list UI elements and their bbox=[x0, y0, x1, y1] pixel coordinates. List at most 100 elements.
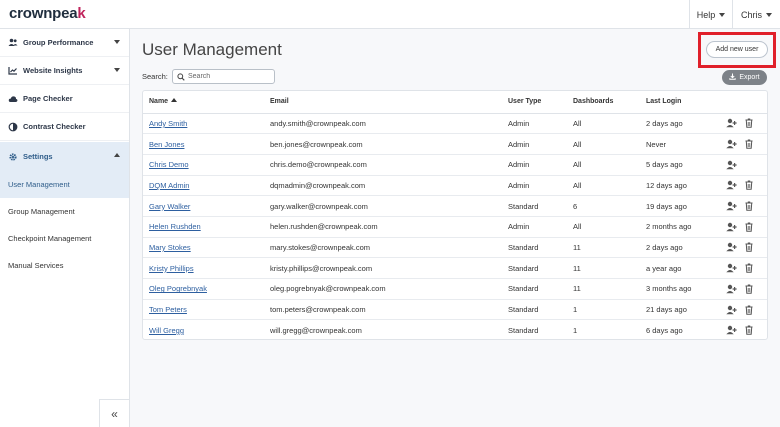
sidebar-item-website-insights[interactable]: Website Insights bbox=[0, 57, 129, 85]
cell-dashboards: 1 bbox=[573, 325, 578, 335]
sidebar-sub-label: Checkpoint Management bbox=[8, 234, 92, 243]
user-name-link[interactable]: Will Gregg bbox=[149, 326, 184, 335]
delete-icon[interactable] bbox=[743, 180, 754, 191]
cell-last-login: 5 days ago bbox=[646, 154, 719, 176]
user-name-link[interactable]: Mary Stokes bbox=[149, 243, 191, 252]
export-button[interactable]: Export bbox=[722, 70, 767, 85]
cell-dashboards: All bbox=[573, 113, 646, 135]
cell-last-login: a year ago bbox=[646, 257, 719, 279]
cell-name: Andy Smith bbox=[143, 113, 270, 135]
user-name-link[interactable]: Helen Rushden bbox=[149, 222, 201, 231]
table-row: Helen Rushden helen.rushden@crownpeak.com… bbox=[143, 216, 767, 238]
chevron-down-icon bbox=[114, 40, 120, 44]
delete-icon[interactable] bbox=[743, 221, 754, 232]
export-label: Export bbox=[739, 74, 760, 81]
cell-last-login: 21 days ago bbox=[646, 299, 719, 321]
sidebar-sub-label: Manual Services bbox=[8, 261, 64, 270]
cell-user-type: Standard bbox=[508, 195, 573, 217]
cell-email: kristy.phillips@crownpeak.com bbox=[270, 257, 508, 279]
logo-mark: k bbox=[77, 5, 86, 22]
sidebar-item-user-management[interactable]: User Management bbox=[0, 171, 129, 198]
gear-icon bbox=[8, 152, 18, 162]
assign-user-icon[interactable] bbox=[726, 283, 737, 294]
column-header-email[interactable]: Email bbox=[270, 91, 508, 114]
assign-user-icon[interactable] bbox=[726, 159, 737, 170]
assign-user-icon[interactable] bbox=[726, 118, 737, 129]
cell-email: tom.peters@crownpeak.com bbox=[270, 299, 508, 321]
column-header-dashboards[interactable]: Dashboards bbox=[573, 91, 646, 114]
sidebar-item-manual-services[interactable]: Manual Services bbox=[0, 252, 129, 279]
assign-user-icon[interactable] bbox=[726, 263, 737, 274]
assign-user-icon[interactable] bbox=[726, 139, 737, 150]
cell-actions bbox=[719, 299, 767, 321]
cell-user-type: Admin bbox=[508, 154, 573, 176]
cell-email: gary.walker@crownpeak.com bbox=[270, 195, 508, 217]
assign-user-icon[interactable] bbox=[726, 304, 737, 315]
assign-user-icon[interactable] bbox=[726, 201, 737, 212]
cell-user-type: Standard bbox=[508, 257, 573, 279]
help-menu[interactable]: Help bbox=[689, 0, 732, 29]
assign-user-icon[interactable] bbox=[726, 242, 737, 253]
sidebar-item-group-management[interactable]: Group Management bbox=[0, 198, 129, 225]
user-name-link[interactable]: Kristy Phillips bbox=[149, 264, 194, 273]
assign-user-icon[interactable] bbox=[726, 221, 737, 232]
sidebar-item-checkpoint-management[interactable]: Checkpoint Management bbox=[0, 225, 129, 252]
add-new-user-button[interactable]: Add new user bbox=[706, 41, 768, 58]
sidebar-item-settings[interactable]: Settings bbox=[0, 142, 129, 171]
chevron-down-icon bbox=[719, 12, 726, 17]
search-input[interactable] bbox=[188, 73, 272, 80]
user-name-link[interactable]: Chris Demo bbox=[149, 160, 189, 169]
column-header-user-type[interactable]: User Type bbox=[508, 91, 573, 114]
delete-icon[interactable] bbox=[743, 242, 754, 253]
cell-name: Mary Stokes bbox=[143, 237, 270, 259]
sidebar-item-label: Group Performance bbox=[23, 38, 94, 47]
delete-icon[interactable] bbox=[743, 201, 754, 212]
cell-name: Oleg Pogrebnyak bbox=[143, 278, 270, 300]
cell-last-login: 2 months ago bbox=[646, 216, 719, 238]
table-row: DQM Admin dqmadmin@crownpeak.com Admin All 1… bbox=[143, 175, 767, 197]
cell-user-type: Standard bbox=[508, 237, 573, 259]
cell-actions bbox=[719, 154, 767, 176]
user-menu[interactable]: Chris bbox=[732, 0, 780, 29]
user-name-link[interactable]: Gary Walker bbox=[149, 202, 190, 211]
search-field[interactable] bbox=[172, 69, 275, 84]
column-header-label: Name bbox=[149, 98, 169, 106]
cell-user-type: Admin bbox=[508, 175, 573, 197]
assign-user-icon[interactable] bbox=[726, 180, 737, 191]
user-name-link[interactable]: Andy Smith bbox=[149, 119, 187, 128]
download-icon bbox=[729, 73, 737, 82]
cell-email: dqmadmin@crownpeak.com bbox=[270, 175, 508, 197]
delete-icon[interactable] bbox=[743, 283, 754, 294]
sidebar-item-label: Website Insights bbox=[23, 66, 83, 75]
user-name-link[interactable]: Tom Peters bbox=[149, 305, 187, 314]
sidebar-item-page-checker[interactable]: Page Checker bbox=[0, 85, 129, 113]
chevron-down-icon bbox=[114, 68, 120, 72]
user-name-link[interactable]: Ben Jones bbox=[149, 140, 184, 149]
crownpeak-logo[interactable]: crownpeak bbox=[9, 5, 86, 22]
delete-icon[interactable] bbox=[743, 304, 754, 315]
cell-dashboards: 11 bbox=[573, 278, 646, 300]
delete-icon[interactable] bbox=[743, 118, 754, 129]
cloud-icon bbox=[8, 94, 18, 104]
sidebar-item-group-performance[interactable]: Group Performance bbox=[0, 29, 129, 57]
users-table: Name Email User Type Dashboards Last Log… bbox=[142, 90, 768, 340]
cell-user-type: Admin bbox=[508, 216, 573, 238]
sidebar-item-contrast-checker[interactable]: Contrast Checker bbox=[0, 113, 129, 141]
cell-actions bbox=[719, 133, 767, 155]
user-name-link[interactable]: Oleg Pogrebnyak bbox=[149, 284, 207, 293]
cell-name: Will Gregg bbox=[143, 320, 270, 339]
column-header-last-login[interactable]: Last Login bbox=[646, 91, 719, 114]
delete-icon[interactable] bbox=[743, 139, 754, 150]
cell-actions bbox=[719, 195, 767, 217]
column-header-name[interactable]: Name bbox=[143, 91, 270, 114]
collapse-sidebar-button[interactable]: « bbox=[99, 399, 129, 427]
delete-icon[interactable] bbox=[743, 263, 754, 274]
cell-user-type: Standard bbox=[508, 325, 539, 335]
user-name-link[interactable]: DQM Admin bbox=[149, 181, 189, 190]
delete-icon[interactable] bbox=[743, 325, 754, 336]
table-row: Ben Jones ben.jones@crownpeak.com Admin All… bbox=[143, 133, 767, 155]
assign-user-icon[interactable] bbox=[726, 325, 737, 336]
cell-dashboards: 11 bbox=[573, 237, 646, 259]
table-row: Gary Walker gary.walker@crownpeak.com Stan… bbox=[143, 195, 767, 217]
cell-name: Gary Walker bbox=[143, 195, 270, 217]
